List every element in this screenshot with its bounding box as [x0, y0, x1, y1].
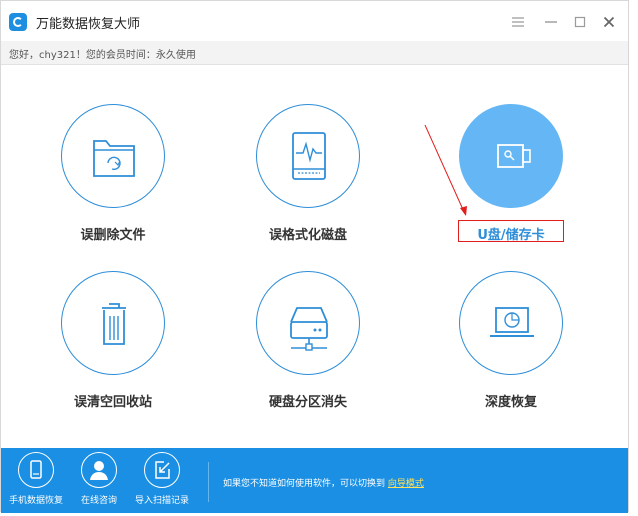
footer-hint: 如果您不知道如何使用软件，可以切换到 向导模式 [223, 476, 424, 489]
app-window: 万能数据恢复大师 您好，chy321！您的会员时间：永久使用 误删除文件 误格式… [0, 0, 629, 513]
footer-import-scan-button[interactable]: 导入扫描记录 [134, 452, 190, 506]
footer-label: 手机数据恢复 [8, 496, 63, 506]
wizard-mode-link[interactable]: 向导模式 [388, 479, 424, 489]
footer-bar: 手机数据恢复 在线咨询 导入扫描记录 如果您不知道如何使用软件，可以切换到 向导… [1, 448, 628, 513]
footer-hint-text: 如果您不知道如何使用软件，可以切换到 [223, 479, 386, 489]
import-icon [144, 452, 180, 488]
tile-recycle-bin[interactable]: 误清空回收站 [53, 271, 173, 410]
footer-divider [208, 462, 209, 502]
tile-label: 误清空回收站 [73, 395, 152, 410]
tile-label: 深度恢复 [484, 395, 537, 410]
laptop-scan-icon [490, 307, 534, 337]
tile-circle[interactable] [459, 271, 563, 375]
network-drive-icon [290, 307, 328, 351]
footer-online-consult-button[interactable]: 在线咨询 [71, 452, 127, 506]
tile-circle[interactable] [256, 271, 360, 375]
tile-label: 硬盘分区消失 [268, 395, 347, 410]
footer-label: 导入扫描记录 [134, 496, 189, 506]
footer-phone-recovery-button[interactable]: 手机数据恢复 [8, 452, 64, 506]
annotation-arrow-icon [424, 124, 467, 216]
tile-lost-partition[interactable]: 硬盘分区消失 [248, 271, 368, 410]
user-icon [81, 452, 117, 488]
trash-bin-icon [102, 303, 126, 345]
tile-deep-recovery[interactable]: 深度恢复 [451, 271, 571, 410]
tile-circle[interactable] [61, 271, 165, 375]
phone-icon [18, 452, 54, 488]
footer-label: 在线咨询 [80, 496, 117, 506]
